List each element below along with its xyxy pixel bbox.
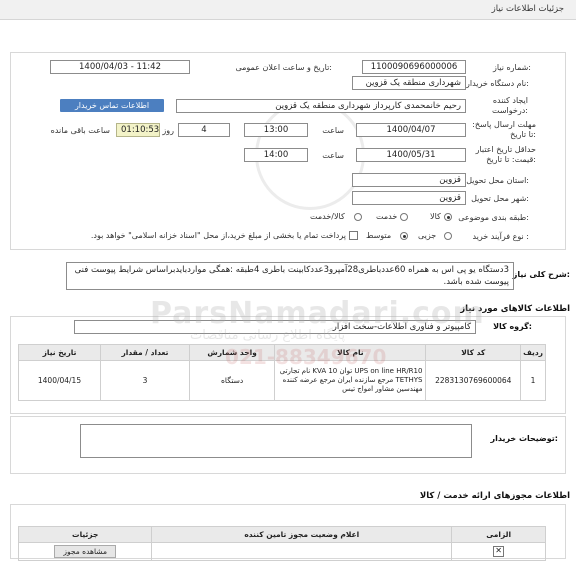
category-option-goods-service: کالا/خدمت [310,212,345,221]
deadline-time-label: ساعت [322,126,344,135]
buyer-contact-button[interactable]: اطلاعات تماس خریدار [60,99,164,112]
category-radio-goods-service[interactable] [354,213,362,221]
page-header: جزئیات اطلاعات نیاز [0,0,576,20]
description-text: 3دستگاه یو پی اس به همراه 60عددباطری28آم… [66,262,514,290]
process-radio-minor[interactable] [444,232,452,240]
cell-status [151,542,453,561]
cell-required: ✕ [451,542,546,561]
remaining-time-field: 01:10:53 [116,123,160,137]
process-option-medium: متوسط [366,231,392,240]
treasury-checkbox[interactable] [349,231,358,240]
treasury-note: پرداخت تمام یا بخشی از مبلغ خرید،از محل … [90,231,346,240]
validity-time-label: ساعت [322,151,344,160]
buyer-org-label: نام دستگاه خریدار: [465,79,529,88]
page-title: جزئیات اطلاعات نیاز [491,4,564,14]
col-qty: تعداد / مقدار [99,344,190,361]
validity-date-field: 1400/05/31 [356,148,466,162]
city-label: شهر محل تحویل: [471,194,529,203]
permits-table: الزامی اعلام وضعیت مجوز تامین کننده جزئی… [17,526,546,561]
deadline-time-field: 13:00 [244,123,308,137]
col-date: تاریخ نیاز [18,344,101,361]
need-number-label: شماره نیاز: [492,63,531,72]
remaining-label: ساعت باقی مانده [50,126,110,135]
announce-label: تاریخ و ساعت اعلان عمومی: [235,63,332,72]
city-field: قزوین [352,191,466,205]
category-radio-service[interactable] [400,213,408,221]
view-permit-button[interactable]: مشاهده مجوز [54,545,116,558]
category-radio-goods[interactable] [444,213,452,221]
days-field: 4 [178,123,230,137]
col-status: اعلام وضعیت مجوز تامین کننده [151,526,453,543]
process-label: نوع فرآیند خرید : [472,232,529,241]
buyer-org-field: شهرداری منطقه یک قزوین [352,76,466,90]
announce-field: 1400/04/03 - 11:42 [50,60,190,74]
watermark-sub: پایگاه اطلاع رسانی مناقصات [190,328,346,343]
category-option-goods: کالا [430,212,441,221]
validity-time-field: 14:00 [244,148,308,162]
creator-label: ایجاد کننده درخواست: [492,96,528,115]
process-radio-medium[interactable] [400,232,408,240]
watermark-brand: ParsNamadari.com [150,296,485,331]
deadline-date-field: 1400/04/07 [356,123,466,137]
col-required: الزامی [451,526,546,543]
col-row: ردیف [520,344,546,361]
province-label: استان محل تحویل: [466,176,529,185]
buyer-notes-box [80,424,472,458]
process-option-minor: جزیی [418,231,437,240]
cell-details: مشاهده مجوز [17,542,153,561]
cell-date: 1400/04/15 [18,360,101,401]
watermark-phone: 021-88349670 [225,345,387,369]
required-checkbox-icon: ✕ [493,546,505,557]
deadline-label: مهلت ارسال پاسخ: تا تاریخ: [472,120,536,139]
table-row: ✕ مشاهده مجوز [17,542,546,561]
category-option-service: خدمت [376,212,398,221]
cell-qty: 3 [99,360,190,401]
need-number-field: 1100090696000006 [362,60,466,74]
description-label: شرح کلی نیاز: [512,270,570,279]
goods-group-label: گروه کالا: [493,322,532,331]
cell-row: 1 [520,360,546,401]
permits-table-header: الزامی اعلام وضعیت مجوز تامین کننده جزئی… [17,526,546,543]
category-label: طبقه بندی موضوعی: [458,213,529,222]
province-field: قزوین [352,173,466,187]
col-details: جزئیات [17,526,153,543]
creator-field: رحیم خانمحمدی کارپرداز شهرداری منطقه یک … [176,99,466,113]
buyer-notes-label: توضیحات خریدار: [490,434,558,443]
cell-code: 2283130769600064 [425,360,522,401]
col-code: کد کالا [425,344,522,361]
validity-label: حداقل تاریخ اعتبار قیمت: تا تاریخ: [475,145,536,164]
permits-section-title: اطلاعات مجوزهای ارائه خدمت / کالا [419,491,570,501]
